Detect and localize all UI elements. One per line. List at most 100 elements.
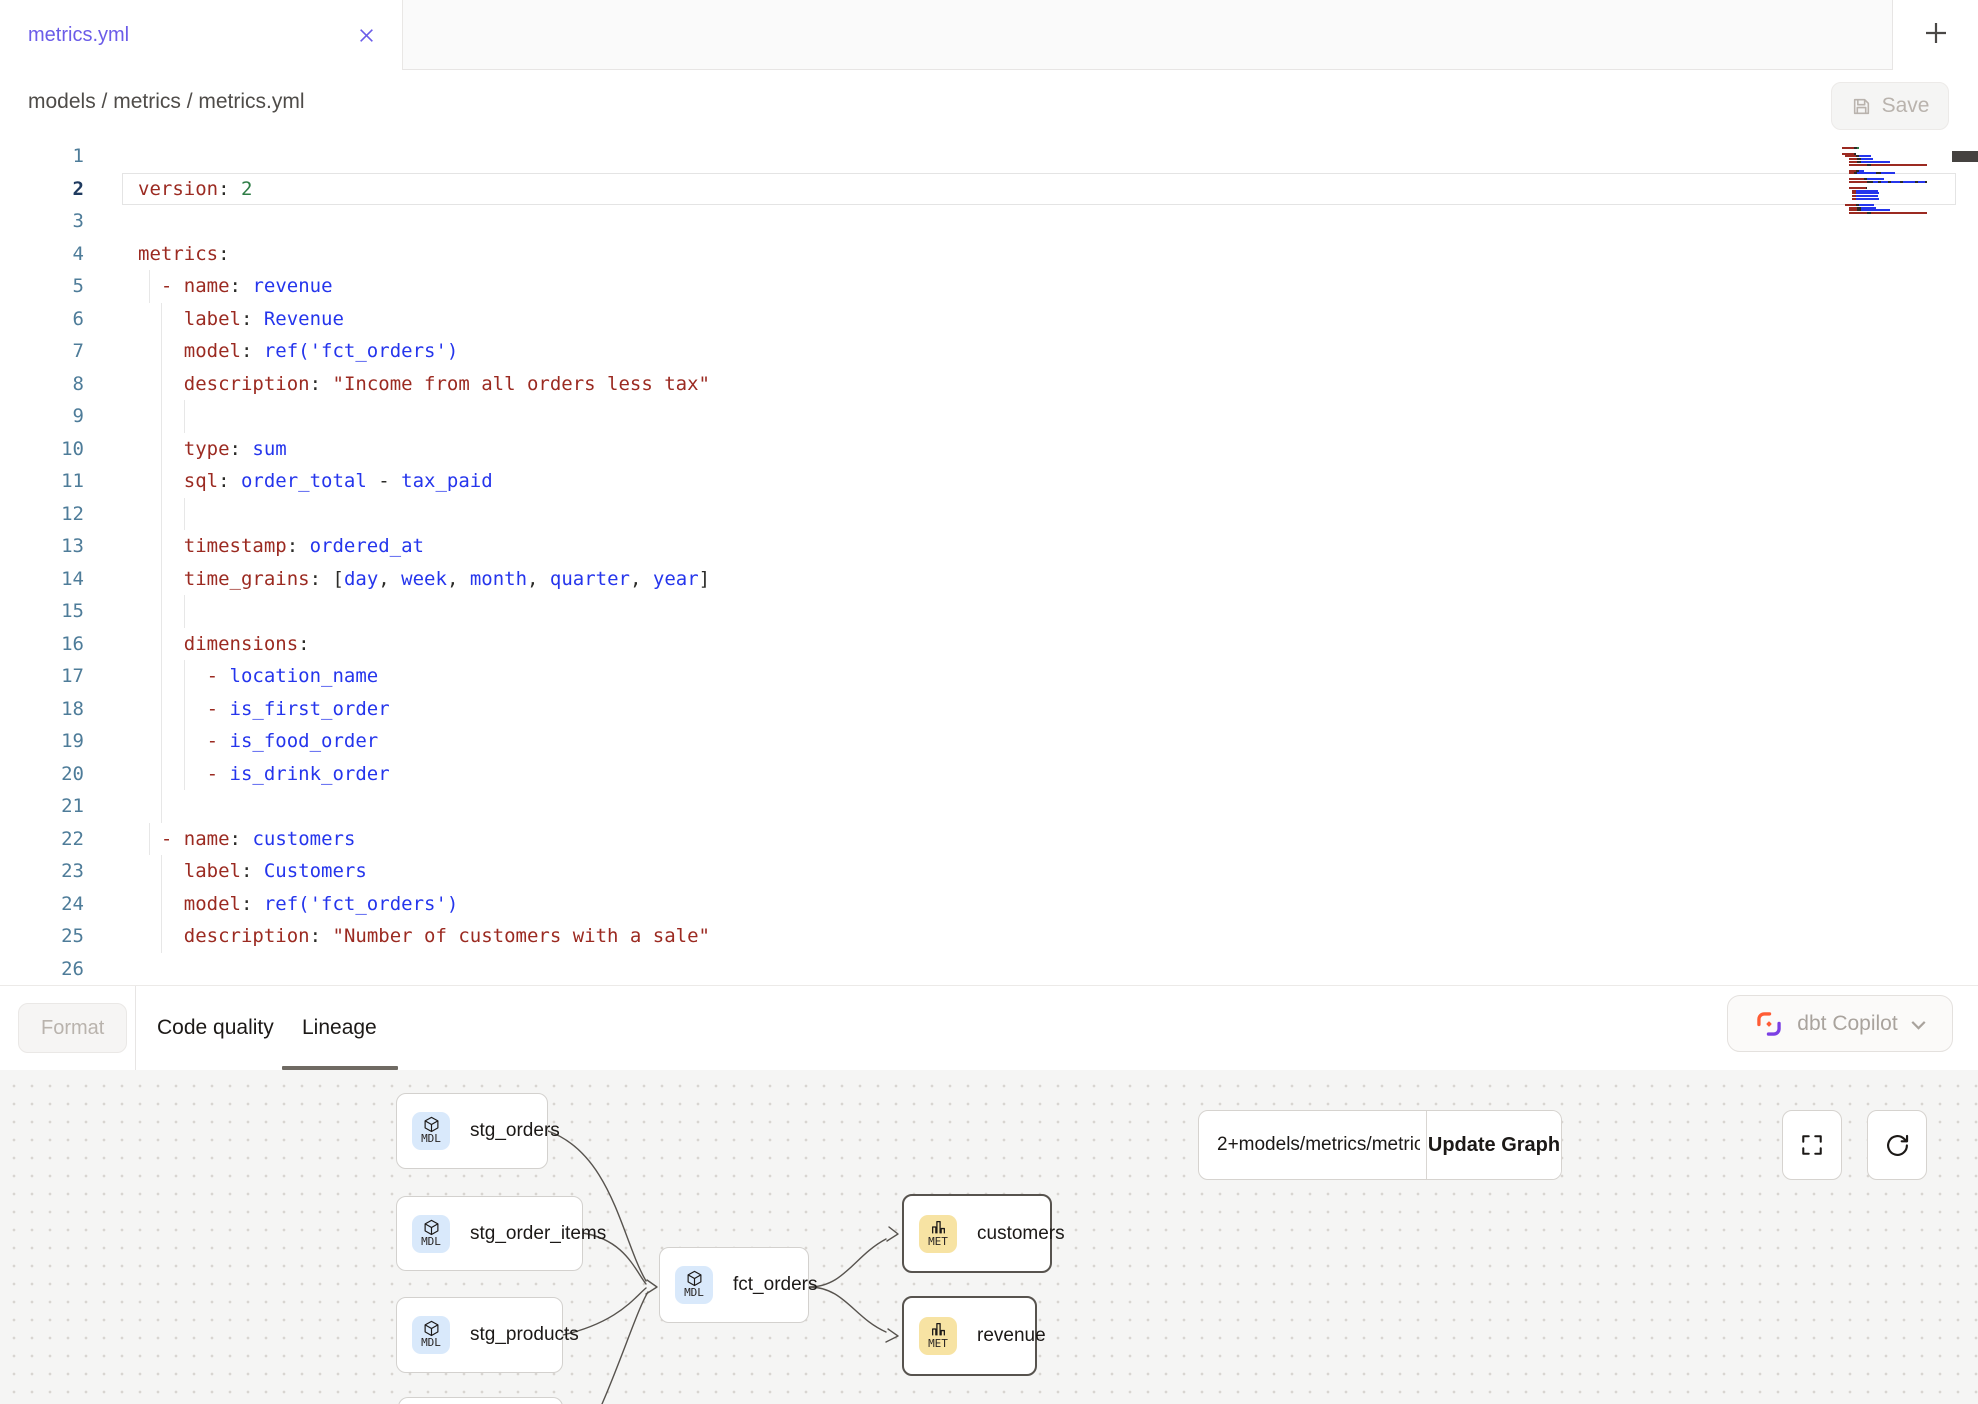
code-line[interactable]: 16 dimensions:: [0, 628, 1978, 661]
line-number: 24: [0, 888, 84, 921]
model-cube-icon: [686, 1270, 703, 1287]
lineage-canvas[interactable]: MDLstg_ordersMDLstg_order_itemsMDLstg_pr…: [0, 1070, 1978, 1404]
model-badge: MDL: [412, 1215, 450, 1253]
new-tab-button[interactable]: [1892, 0, 1978, 70]
code-line[interactable]: 26: [0, 953, 1978, 986]
fullscreen-button[interactable]: [1782, 1110, 1842, 1180]
code-line[interactable]: 7 model: ref('fct_orders'): [0, 335, 1978, 368]
tab-code-quality[interactable]: Code quality: [157, 986, 274, 1070]
line-number: 7: [0, 335, 84, 368]
close-icon[interactable]: [354, 23, 378, 47]
line-number: 6: [0, 303, 84, 336]
code-line[interactable]: 5 - name: revenue: [0, 270, 1978, 303]
overview-ruler-cursor-mark: [1952, 151, 1978, 162]
chevron-down-icon: [1911, 1020, 1926, 1030]
code-line-text: label: Customers: [138, 855, 367, 888]
code-line-text: sql: order_total - tax_paid: [138, 465, 493, 498]
badge-label: MDL: [421, 1337, 441, 1349]
minimap-line: [1842, 195, 1950, 197]
lineage-node-stg_orders[interactable]: MDLstg_orders: [396, 1093, 548, 1169]
tab-metrics-yml[interactable]: metrics.yml: [0, 0, 402, 70]
tab-title: metrics.yml: [28, 24, 354, 47]
code-line[interactable]: 25 description: "Number of customers wit…: [0, 920, 1978, 953]
save-label: Save: [1882, 94, 1930, 118]
line-number: 15: [0, 595, 84, 628]
code-line[interactable]: 13 timestamp: ordered_at: [0, 530, 1978, 563]
lineage-selector-input[interactable]: [1199, 1111, 1426, 1179]
indent-guide: [161, 498, 162, 531]
code-line-text: time_grains: [day, week, month, quarter,…: [138, 563, 710, 596]
code-line[interactable]: 17 - location_name: [0, 660, 1978, 693]
node-label: fct_orders: [733, 1274, 817, 1296]
code-line[interactable]: 2version: 2: [0, 173, 1978, 206]
code-line[interactable]: 20 - is_drink_order: [0, 758, 1978, 791]
format-button[interactable]: Format: [18, 1003, 127, 1053]
line-number: 13: [0, 530, 84, 563]
edge-fct-orders-customers: [809, 1239, 886, 1287]
code-line[interactable]: 1: [0, 140, 1978, 173]
minimap-line: [1842, 158, 1950, 160]
line-number: 26: [0, 953, 84, 986]
code-line[interactable]: 22 - name: customers: [0, 823, 1978, 856]
code-line[interactable]: 21: [0, 790, 1978, 823]
code-line-text: - location_name: [138, 660, 378, 693]
lineage-node-revenue[interactable]: METrevenue: [902, 1296, 1037, 1376]
minimap-line: [1842, 147, 1950, 149]
minimap-line: [1842, 201, 1950, 203]
minimap-line: [1842, 215, 1950, 217]
lineage-node-partial_node[interactable]: [398, 1397, 563, 1404]
metric-chart-icon: [930, 1219, 947, 1236]
update-graph-button[interactable]: Update Graph: [1426, 1111, 1561, 1179]
code-line[interactable]: 15: [0, 595, 1978, 628]
code-line[interactable]: 9: [0, 400, 1978, 433]
node-label: stg_orders: [470, 1120, 560, 1142]
code-line[interactable]: 12: [0, 498, 1978, 531]
minimap[interactable]: [1842, 144, 1950, 218]
model-cube-icon: [423, 1116, 440, 1133]
code-editor[interactable]: 12version: 234metrics:5 - name: revenue6…: [0, 140, 1978, 985]
minimap-line: [1842, 167, 1950, 169]
lineage-node-stg_products[interactable]: MDLstg_products: [396, 1297, 563, 1373]
minimap-line: [1842, 204, 1950, 206]
line-number: 2: [0, 173, 84, 206]
code-line[interactable]: 11 sql: order_total - tax_paid: [0, 465, 1978, 498]
badge-label: MET: [928, 1236, 948, 1248]
code-line-text: dimensions:: [138, 628, 310, 661]
lineage-node-customers[interactable]: METcustomers: [902, 1194, 1052, 1273]
code-line[interactable]: 24 model: ref('fct_orders'): [0, 888, 1978, 921]
code-line-text: description: "Number of customers with a…: [138, 920, 710, 953]
node-label: stg_products: [470, 1324, 579, 1346]
refresh-button[interactable]: [1867, 1110, 1927, 1180]
lineage-node-fct_orders[interactable]: MDLfct_orders: [659, 1247, 809, 1323]
model-badge: MDL: [412, 1316, 450, 1354]
indent-guide: [184, 595, 185, 628]
code-line[interactable]: 19 - is_food_order: [0, 725, 1978, 758]
code-line[interactable]: 10 type: sum: [0, 433, 1978, 466]
tab-bar: metrics.yml: [0, 0, 1978, 70]
node-label: customers: [977, 1223, 1065, 1245]
minimap-line: [1842, 161, 1950, 163]
indent-guide: [161, 595, 162, 628]
code-line[interactable]: 8 description: "Income from all orders l…: [0, 368, 1978, 401]
save-button[interactable]: Save: [1831, 82, 1949, 130]
dbt-copilot-button[interactable]: dbt Copilot: [1727, 995, 1953, 1052]
line-number: 17: [0, 660, 84, 693]
arrowhead-icon: [887, 1227, 898, 1241]
minimap-line: [1842, 170, 1950, 172]
selector-box: Update Graph: [1198, 1110, 1562, 1180]
code-line[interactable]: 23 label: Customers: [0, 855, 1978, 888]
code-line[interactable]: 4metrics:: [0, 238, 1978, 271]
minimap-line: [1842, 181, 1950, 183]
line-number: 3: [0, 205, 84, 238]
lineage-node-stg_order_items[interactable]: MDLstg_order_items: [396, 1196, 583, 1271]
code-line[interactable]: 6 label: Revenue: [0, 303, 1978, 336]
indent-guide: [184, 400, 185, 433]
minimap-line: [1842, 212, 1950, 214]
line-number: 16: [0, 628, 84, 661]
code-line[interactable]: 14 time_grains: [day, week, month, quart…: [0, 563, 1978, 596]
tab-lineage[interactable]: Lineage: [302, 986, 377, 1070]
minimap-line: [1842, 150, 1950, 152]
code-line[interactable]: 18 - is_first_order: [0, 693, 1978, 726]
code-line-text: - is_food_order: [138, 725, 378, 758]
code-line[interactable]: 3: [0, 205, 1978, 238]
